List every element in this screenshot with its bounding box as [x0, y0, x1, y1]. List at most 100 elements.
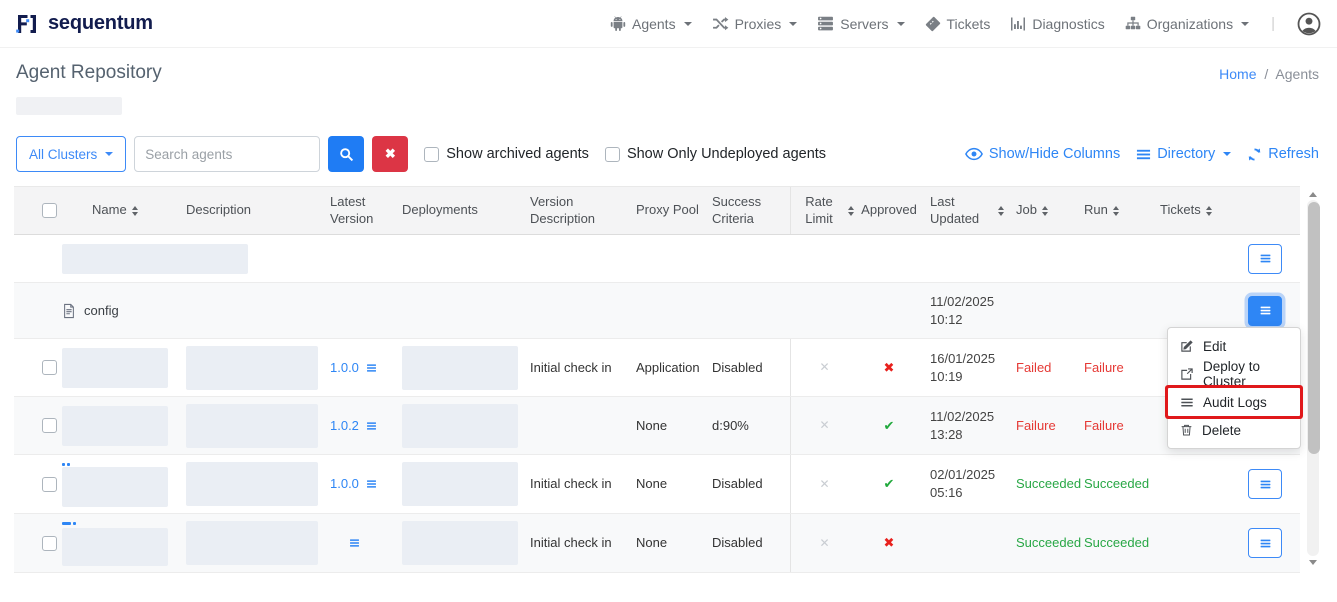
header-proxy-pool[interactable]: Proxy Pool — [632, 187, 708, 234]
run-status[interactable]: Failure — [1076, 339, 1148, 396]
show-archived-checkbox[interactable] — [424, 147, 439, 162]
user-avatar[interactable] — [1297, 12, 1321, 36]
run-status[interactable]: Succeeded — [1076, 514, 1148, 572]
chevron-down-icon — [1241, 22, 1249, 26]
version-link[interactable]: 1.0.2 — [330, 417, 359, 435]
table-row-config[interactable]: config 11/02/2025 10:12 — [14, 283, 1300, 339]
header-latest-version[interactable]: Latest Version — [322, 187, 398, 234]
table-row[interactable] — [14, 235, 1300, 283]
version-menu-icon[interactable] — [365, 362, 378, 374]
menu-item-audit-logs[interactable]: Audit Logs — [1168, 388, 1300, 416]
menu-item-deploy-to-cluster[interactable]: Deploy to Cluster — [1168, 360, 1300, 388]
select-all-header — [14, 187, 54, 234]
refresh-link[interactable]: Refresh — [1247, 146, 1319, 162]
menu-item-edit-label: Edit — [1203, 339, 1226, 354]
header-name[interactable]: Name — [54, 187, 182, 234]
redacted-description — [186, 521, 318, 565]
version-description-cell — [526, 397, 632, 454]
last-updated-cell: 11/02/202513:28 — [920, 397, 1008, 454]
row-actions-button[interactable] — [1248, 469, 1282, 499]
table-row[interactable]: 1.0.0 Initial check in Application Disab… — [14, 339, 1300, 397]
sort-icon — [998, 206, 1004, 216]
job-status[interactable]: Failed — [1008, 339, 1076, 396]
header-tickets[interactable]: Tickets — [1148, 187, 1244, 234]
proxy-pool-cell: Application — [632, 339, 708, 396]
nav-proxies[interactable]: Proxies — [712, 15, 798, 32]
filter-toolbar: All Clusters ✖ Show archived agents Show… — [16, 136, 1319, 172]
nav-diagnostics[interactable]: Diagnostics — [1010, 16, 1104, 32]
audit-logs-icon — [1180, 396, 1194, 409]
hamburger-icon — [1258, 304, 1273, 317]
search-input[interactable] — [134, 136, 320, 172]
approved-icon: ✔ — [884, 475, 895, 493]
table-tools: Show/Hide Columns Directory Refresh — [965, 145, 1319, 163]
clear-search-button[interactable]: ✖ — [372, 136, 408, 172]
menu-item-edit[interactable]: Edit — [1168, 332, 1300, 360]
run-status[interactable]: Succeeded — [1076, 455, 1148, 513]
version-menu-icon[interactable] — [365, 420, 378, 432]
run-status[interactable]: Failure — [1076, 397, 1148, 454]
table-row[interactable]: 1.0.2 None d:90% ✕ ✔ 11/02/202513:28 Fai… — [14, 397, 1300, 455]
config-file-name[interactable]: config — [84, 302, 119, 320]
table-header-row: Name Description Latest Version Deployme… — [14, 187, 1300, 235]
table-scrollbar — [1306, 188, 1320, 568]
header-description[interactable]: Description — [182, 187, 322, 234]
breadcrumb-current: Agents — [1275, 66, 1319, 82]
updated-date: 11/02/2025 — [930, 293, 994, 311]
scrollbar-track[interactable] — [1307, 200, 1319, 556]
row-actions-button-active[interactable] — [1248, 296, 1282, 326]
menu-item-delete[interactable]: Delete — [1168, 416, 1300, 444]
scrollbar-thumb[interactable] — [1308, 202, 1320, 454]
redacted-deployments — [402, 346, 518, 390]
scroll-up-arrow[interactable] — [1306, 188, 1320, 200]
brand-name: sequentum — [48, 12, 153, 35]
version-menu-icon[interactable] — [365, 478, 378, 490]
job-status[interactable]: Failure — [1008, 397, 1076, 454]
partial-name-link[interactable] — [62, 522, 76, 525]
row-actions-button[interactable] — [1248, 528, 1282, 558]
not-approved-icon: ✖ — [884, 359, 895, 377]
brand[interactable]: sequentum — [14, 11, 153, 37]
version-menu-icon[interactable] — [348, 537, 361, 549]
chevron-down-icon — [105, 152, 113, 156]
cluster-filter-dropdown[interactable]: All Clusters — [16, 136, 126, 172]
show-hide-columns-link[interactable]: Show/Hide Columns — [965, 145, 1120, 163]
sort-icon — [132, 206, 138, 216]
directory-dropdown[interactable]: Directory — [1136, 146, 1231, 162]
refresh-icon — [1247, 147, 1262, 162]
header-rate-limit[interactable]: Rate Limit — [790, 187, 858, 234]
header-version-description[interactable]: Version Description — [526, 187, 632, 234]
nav-separator: | — [1271, 15, 1275, 32]
edit-icon — [1180, 339, 1194, 353]
job-status[interactable]: Succeeded — [1008, 455, 1076, 513]
table-row[interactable]: Initial check in None Disabled ✕ ✖ Succe… — [14, 514, 1300, 573]
nav-organizations[interactable]: Organizations — [1125, 16, 1249, 32]
updated-time: 05:16 — [930, 484, 963, 502]
header-last-updated[interactable]: Last Updated — [920, 187, 1008, 234]
redacted-name — [62, 406, 168, 446]
table-row[interactable]: 1.0.0 Initial check in None Disabled ✕ ✔… — [14, 455, 1300, 514]
header-success-criteria[interactable]: Success Criteria — [708, 187, 790, 234]
nav-tickets[interactable]: Tickets — [925, 16, 991, 32]
header-run[interactable]: Run — [1076, 187, 1148, 234]
show-undeployed-checkbox[interactable] — [605, 147, 620, 162]
breadcrumb-separator: / — [1264, 66, 1268, 82]
header-approved[interactable]: Approved — [858, 187, 920, 234]
version-link[interactable]: 1.0.0 — [330, 475, 359, 493]
nav-agents[interactable]: Agents — [610, 16, 692, 32]
nav-servers[interactable]: Servers — [817, 15, 904, 32]
updated-time: 10:12 — [930, 311, 963, 329]
redacted-deployments — [402, 404, 518, 448]
row-actions-button[interactable] — [1248, 244, 1282, 274]
updated-time: 10:19 — [930, 368, 963, 386]
version-link[interactable]: 1.0.0 — [330, 359, 359, 377]
scroll-down-arrow[interactable] — [1306, 556, 1320, 568]
breadcrumb-home-link[interactable]: Home — [1219, 66, 1256, 82]
partial-name-link[interactable] — [62, 463, 70, 466]
job-status[interactable]: Succeeded — [1008, 514, 1076, 572]
approved-icon: ✔ — [884, 417, 895, 435]
header-deployments[interactable]: Deployments — [398, 187, 526, 234]
search-button[interactable] — [328, 136, 364, 172]
header-job[interactable]: Job — [1008, 187, 1076, 234]
nav-diagnostics-label: Diagnostics — [1032, 16, 1104, 32]
